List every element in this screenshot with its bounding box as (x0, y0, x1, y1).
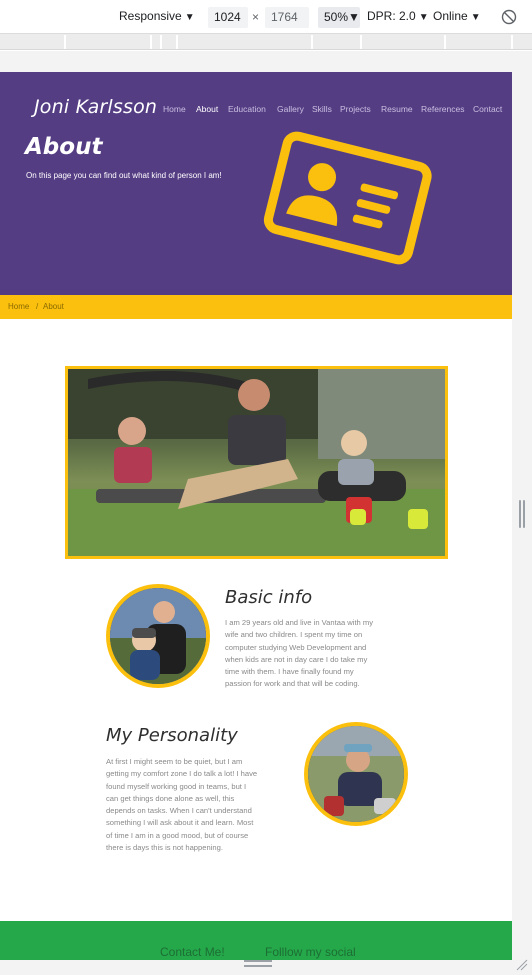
network-label: Online (433, 9, 468, 23)
personality-text: At first I might seem to be quiet, but I… (106, 757, 258, 853)
height-input[interactable]: 1764 (265, 7, 309, 28)
rotate-icon[interactable] (501, 9, 517, 25)
media-query-bar[interactable] (0, 34, 532, 50)
footer-social-heading: Folllow my social (265, 945, 356, 959)
nav-references[interactable]: References (421, 104, 464, 114)
site-brand[interactable]: Joni Karlsson (34, 96, 157, 118)
basic-info-text: I am 29 years old and live in Vantaa wit… (225, 618, 374, 689)
chevron-down-icon: ▼ (348, 10, 360, 24)
chevron-down-icon: ▼ (470, 12, 481, 23)
breadcrumb-home[interactable]: Home (8, 302, 29, 311)
zoom-select[interactable]: 50%▼ (318, 7, 360, 28)
devtools-toolbar: Responsive ▼ 1024 × 1764 50%▼ DPR: 2.0 ▼ O… (0, 0, 532, 34)
nav-education[interactable]: Education (228, 104, 266, 114)
nav-home[interactable]: Home (163, 104, 186, 114)
device-select[interactable]: Responsive ▼ (119, 9, 195, 23)
site-footer: Contact Me! Folllow my social (0, 921, 512, 960)
bottom-resize-handle[interactable] (244, 960, 272, 968)
dpr-select[interactable]: DPR: 2.0 ▼ (367, 9, 429, 23)
device-label: Responsive (119, 9, 182, 23)
nav-contact[interactable]: Contact (473, 104, 502, 114)
width-input[interactable]: 1024 (208, 7, 248, 28)
height-value: 1764 (271, 10, 298, 24)
corner-resize-icon[interactable] (515, 958, 529, 972)
dpr-label: DPR: 2.0 (367, 9, 416, 23)
family-photo-image (68, 369, 445, 556)
dimension-separator: × (252, 10, 260, 24)
page-title: About (25, 134, 103, 160)
width-value: 1024 (214, 10, 241, 24)
personality-title: My Personality (106, 725, 238, 746)
breadcrumb: Home / About (0, 295, 512, 319)
basic-info-avatar (106, 584, 210, 688)
nav-about[interactable]: About (196, 104, 218, 114)
hero-section: Joni Karlsson Home About Education Galle… (0, 72, 512, 295)
nav-projects[interactable]: Projects (340, 104, 371, 114)
chevron-down-icon: ▼ (418, 12, 429, 23)
breadcrumb-current: About (43, 302, 64, 311)
nav-resume[interactable]: Resume (381, 104, 413, 114)
page-subtitle: On this page you can find out what kind … (26, 171, 222, 180)
chevron-down-icon: ▼ (184, 12, 195, 23)
emulated-viewport: Joni Karlsson Home About Education Galle… (0, 72, 512, 960)
nav-gallery[interactable]: Gallery (277, 104, 304, 114)
personality-avatar (304, 722, 408, 826)
nav-skills[interactable]: Skills (312, 104, 332, 114)
zoom-label: 50% (324, 10, 349, 24)
footer-contact-heading: Contact Me! (160, 945, 225, 959)
network-select[interactable]: Online ▼ (433, 9, 481, 23)
id-card-icon (263, 131, 432, 265)
breadcrumb-separator: / (36, 302, 39, 311)
family-photo (65, 366, 448, 559)
basic-info-title: Basic info (225, 587, 313, 608)
right-resize-handle[interactable] (519, 500, 525, 528)
